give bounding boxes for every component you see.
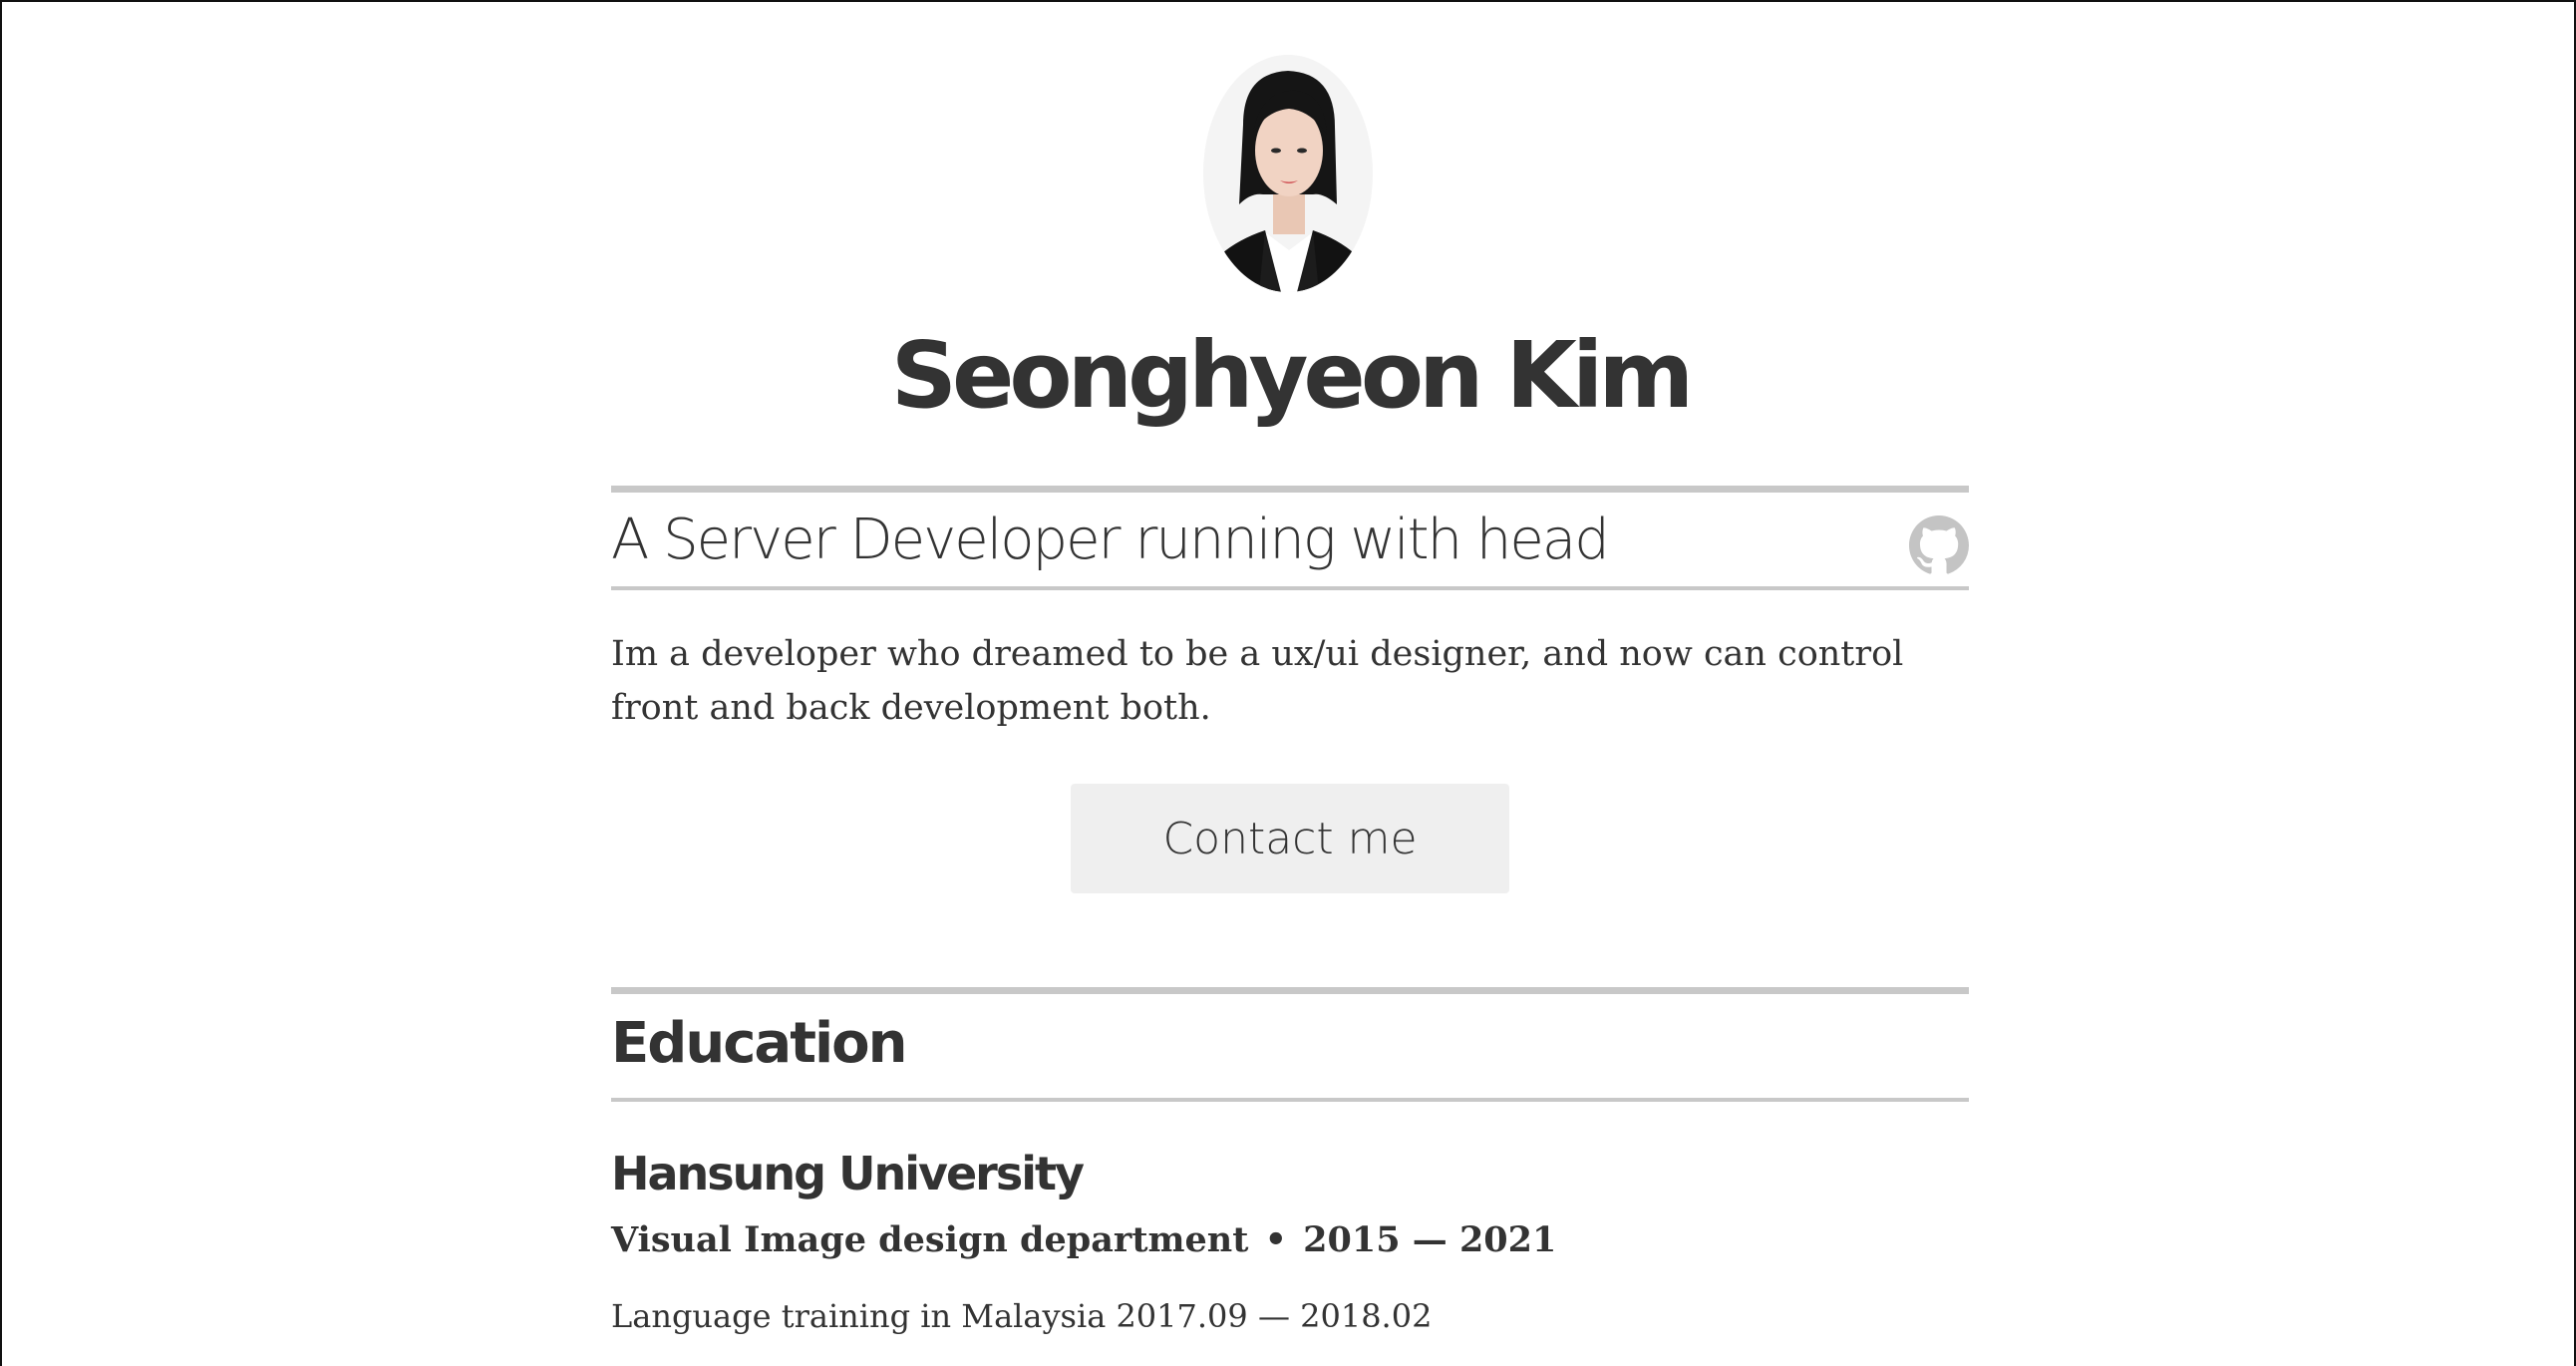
- education-rule-top: [611, 987, 1969, 994]
- profile-photo-icon: [1203, 55, 1373, 292]
- profile-name: Seonghyeon Kim: [890, 322, 1695, 429]
- department: Visual Image design department: [611, 1219, 1249, 1260]
- github-icon: [1909, 515, 1969, 574]
- separator: •: [1264, 1219, 1287, 1260]
- education-rule-bottom: [611, 1098, 1969, 1102]
- period: 2015 — 2021: [1303, 1219, 1557, 1260]
- resume-page: Seonghyeon Kim A Server Developer runnin…: [0, 0, 2576, 1366]
- github-link[interactable]: [1909, 515, 1969, 575]
- header-rule-top: [611, 486, 1969, 493]
- tagline: A Server Developer running with head: [611, 508, 1610, 572]
- avatar: [1203, 55, 1373, 292]
- education-heading: Education: [611, 1011, 907, 1076]
- intro-text: Im a developer who dreamed to be a ux/ui…: [611, 634, 1904, 728]
- header-rule-bottom: [611, 586, 1969, 590]
- school-name: Hansung University: [611, 1147, 1085, 1200]
- education-note: Language training in Malaysia 2017.09 — …: [611, 1297, 1433, 1335]
- degree-line: Visual Image design department • 2015 — …: [611, 1213, 1556, 1267]
- contact-me-button[interactable]: Contact me: [1071, 784, 1509, 893]
